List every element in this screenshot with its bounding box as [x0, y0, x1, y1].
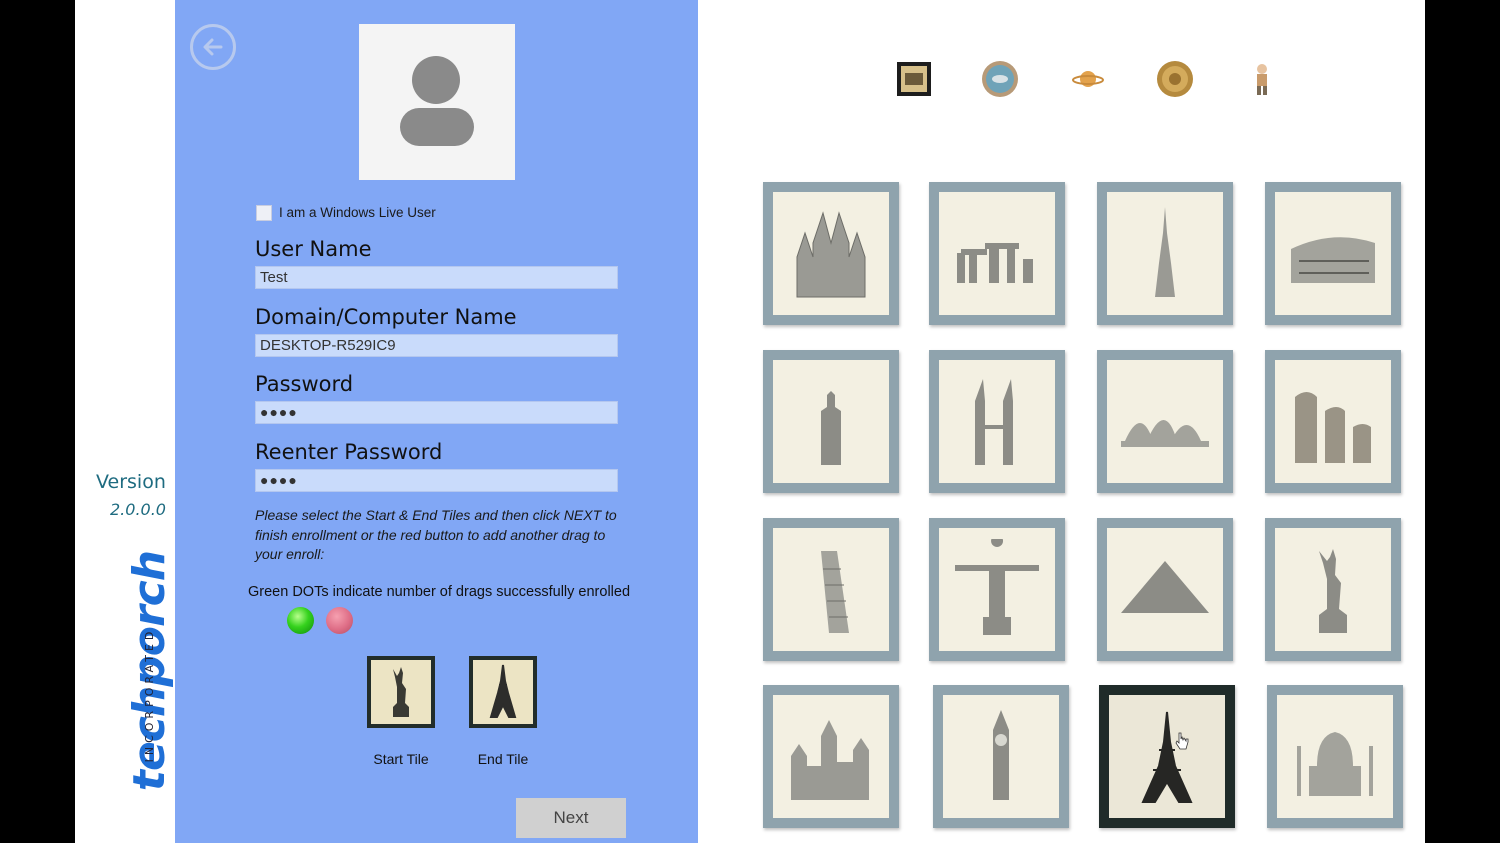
empire-state-icon	[821, 374, 841, 465]
tile-big-ben[interactable]	[933, 685, 1069, 828]
statue-liberty-icon	[1319, 548, 1347, 633]
domain-input[interactable]: DESKTOP-R529IC9	[255, 334, 618, 357]
cartoon-icon	[1257, 64, 1267, 95]
castle-icon	[791, 719, 869, 800]
eiffel-tower-icon	[1141, 711, 1193, 803]
tile-empire-state[interactable]	[763, 350, 899, 493]
password-input[interactable]: ●●●●	[255, 401, 618, 424]
reenter-password-input[interactable]: ●●●●	[255, 469, 618, 492]
start-tile-label: Start Tile	[373, 751, 429, 767]
username-label: User Name	[255, 237, 372, 261]
tile-stonehenge[interactable]	[929, 182, 1065, 325]
tile-pyramid[interactable]	[1097, 518, 1233, 661]
next-button[interactable]: Next	[516, 798, 626, 838]
cathedral-icon	[796, 210, 866, 297]
avatar	[359, 24, 515, 180]
christ-redeemer-icon	[955, 538, 1039, 635]
reenter-password-label: Reenter Password	[255, 440, 443, 464]
theme-fish[interactable]	[981, 60, 1019, 98]
tile-moai[interactable]	[1265, 350, 1401, 493]
planet-icon	[1072, 71, 1104, 87]
tile-castle[interactable]	[763, 685, 899, 828]
domain-label: Domain/Computer Name	[255, 305, 517, 329]
tile-taj-mahal[interactable]	[1267, 685, 1403, 828]
back-button[interactable]	[190, 24, 236, 70]
tile-eiffel[interactable]	[1099, 685, 1235, 828]
techporch-logo: techporch INCORPORATED	[100, 548, 175, 838]
opera-house-icon	[1121, 419, 1209, 447]
burj-khalifa-icon	[1155, 206, 1175, 297]
logo-sub-text: INCORPORATED	[143, 627, 156, 763]
coin-icon	[1157, 61, 1193, 97]
theme-cartoon[interactable]	[1243, 60, 1281, 98]
mouse-cursor-icon	[1175, 732, 1189, 750]
theme-portrait[interactable]	[895, 60, 933, 98]
tile-petronas[interactable]	[929, 350, 1065, 493]
theme-coin[interactable]	[1156, 60, 1194, 98]
password-label: Password	[255, 372, 354, 396]
dots-caption: Green DOTs indicate number of drags succ…	[248, 584, 631, 600]
tile-statue-liberty[interactable]	[1265, 518, 1401, 661]
instructions-text: Please select the Start & End Tiles and …	[255, 507, 617, 562]
end-tile[interactable]	[469, 656, 537, 728]
avatar-head-icon	[412, 56, 460, 104]
theme-planet[interactable]	[1069, 60, 1107, 98]
pyramid-icon	[1121, 560, 1209, 613]
enrolled-drag-dot	[287, 607, 314, 634]
version-number: 2.0.0.0	[110, 500, 166, 519]
tile-cathedral[interactable]	[763, 182, 899, 325]
big-ben-icon	[993, 709, 1009, 800]
version-label: Version	[96, 471, 166, 493]
tile-christ-redeemer[interactable]	[929, 518, 1065, 661]
petronas-towers-icon	[975, 378, 1013, 465]
windows-live-label: I am a Windows Live User	[279, 205, 436, 220]
windows-live-checkbox[interactable]	[256, 205, 272, 221]
portrait-icon	[897, 62, 931, 96]
moai-icon	[1295, 391, 1371, 463]
tile-colosseum[interactable]	[1265, 182, 1401, 325]
colosseum-icon	[1291, 236, 1375, 283]
fish-icon	[982, 61, 1018, 97]
stonehenge-icon	[957, 242, 1033, 283]
eiffel-tower-icon	[489, 664, 517, 718]
avatar-body-icon	[400, 108, 474, 146]
start-tile[interactable]	[367, 656, 435, 728]
username-input[interactable]: Test	[255, 266, 618, 289]
tile-sydney-opera[interactable]	[1097, 350, 1233, 493]
statue-liberty-icon	[393, 667, 409, 717]
leaning-tower-icon	[821, 550, 849, 633]
back-arrow-icon	[203, 38, 223, 56]
add-drag-button[interactable]	[326, 607, 353, 634]
taj-mahal-icon	[1297, 731, 1373, 796]
tile-pisa[interactable]	[763, 518, 899, 661]
end-tile-label: End Tile	[477, 751, 529, 767]
tile-burj-khalifa[interactable]	[1097, 182, 1233, 325]
